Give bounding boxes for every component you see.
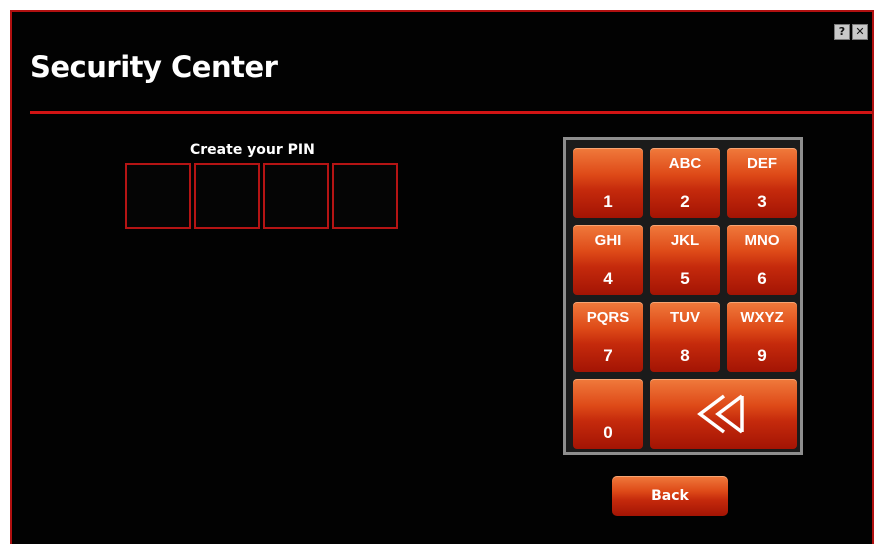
key-letters: ABC: [668, 155, 702, 172]
help-icon[interactable]: ?: [834, 24, 850, 40]
key-digit: 2: [680, 192, 690, 211]
pin-digit-box[interactable]: [194, 163, 260, 229]
numeric-keypad: 1 ABC 2 DEF 3 GHI 4 JKL 5 MNO 6 PQRS 7 T…: [563, 137, 803, 455]
pin-prompt-label: Create your PIN: [190, 142, 315, 158]
back-button[interactable]: Back: [612, 476, 728, 516]
key-letters: GHI: [594, 232, 622, 249]
key-letters: WXYZ: [740, 309, 784, 326]
key-digit: 9: [757, 346, 767, 365]
key-digit: 1: [603, 192, 613, 211]
key-letters: TUV: [670, 309, 700, 326]
backspace-button[interactable]: [650, 379, 797, 449]
key-digit: 6: [757, 269, 767, 288]
key-letters: JKL: [670, 232, 700, 249]
key-7[interactable]: PQRS 7: [573, 302, 643, 372]
key-6[interactable]: MNO 6: [727, 225, 797, 295]
pin-entry[interactable]: [125, 163, 398, 229]
key-digit: 8: [680, 346, 690, 365]
title-divider: [30, 111, 872, 114]
page-title: Security Center: [30, 50, 278, 84]
key-4[interactable]: GHI 4: [573, 225, 643, 295]
key-digit: 0: [603, 423, 613, 442]
key-letters: MNO: [744, 232, 780, 249]
key-1[interactable]: 1: [573, 148, 643, 218]
key-0[interactable]: 0: [573, 379, 643, 449]
pin-digit-box[interactable]: [263, 163, 329, 229]
backspace-double-arrow-icon: [697, 394, 744, 434]
key-9[interactable]: WXYZ 9: [727, 302, 797, 372]
key-digit: 4: [603, 269, 613, 288]
key-digit: 7: [603, 346, 613, 365]
key-digit: 5: [680, 269, 690, 288]
window-controls: ? ✕: [834, 24, 868, 40]
key-letters: DEF: [747, 155, 777, 172]
key-5[interactable]: JKL 5: [650, 225, 720, 295]
key-digit: 3: [757, 192, 767, 211]
key-2[interactable]: ABC 2: [650, 148, 720, 218]
key-8[interactable]: TUV 8: [650, 302, 720, 372]
pin-digit-box[interactable]: [332, 163, 398, 229]
close-icon[interactable]: ✕: [852, 24, 868, 40]
key-letters: PQRS: [586, 309, 630, 326]
key-3[interactable]: DEF 3: [727, 148, 797, 218]
pin-digit-box[interactable]: [125, 163, 191, 229]
